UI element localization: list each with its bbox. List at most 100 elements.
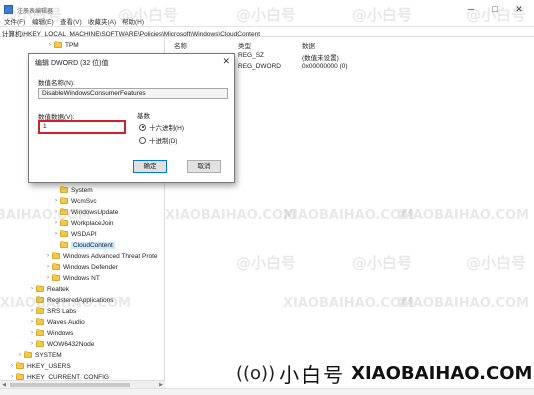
tree-item-windows-atp[interactable]: › Windows Advanced Threat Prote	[44, 251, 158, 261]
value-type: REG_DWORD	[238, 63, 281, 70]
tree-item-system-hive[interactable]: › SYSTEM	[16, 350, 62, 360]
tree-item-label: Realtek	[47, 285, 70, 293]
tree-item-label: TPM	[65, 41, 79, 49]
tree-item-waves-audio[interactable]: › Waves Audio	[28, 317, 85, 327]
tree-item-label: HKEY_USERS	[27, 362, 71, 370]
menu-file[interactable]: 文件(F)	[4, 16, 25, 26]
cancel-button[interactable]: 取消	[187, 160, 221, 173]
tree-item-wcmsvc[interactable]: › WcmSvc	[52, 196, 97, 206]
chevron-right-icon[interactable]: ›	[52, 231, 60, 237]
value-name-field[interactable]: DisableWindowsConsumerFeatures	[38, 88, 228, 99]
folder-icon	[36, 307, 44, 314]
folder-icon	[52, 274, 60, 281]
tree-item-tpm[interactable]: › TPM	[46, 40, 79, 50]
menu-bar: 文件(F) 编辑(E) 查看(V) 收藏夹(A) 帮助(H)	[0, 14, 534, 26]
chevron-right-icon[interactable]: ›	[44, 264, 52, 270]
folder-icon	[36, 329, 44, 336]
tree-item-label: SRS Labs	[47, 307, 77, 315]
tree-item-windows-defender[interactable]: › Windows Defender	[44, 262, 118, 272]
chevron-right-icon[interactable]: ›	[16, 352, 24, 358]
chevron-right-icon[interactable]: ›	[28, 286, 36, 292]
value-data: 0x00000000 (0)	[302, 63, 348, 70]
tree-item-label: SYSTEM	[35, 351, 62, 359]
tree-item-label: RegisteredApplications	[47, 296, 114, 304]
tree-item-cloudcontent[interactable]: CloudContent	[52, 240, 115, 250]
edit-dword-dialog[interactable]: 编辑 DWORD (32 位)值 ✕ 数值名称(N): DisableWindo…	[28, 53, 235, 183]
folder-icon	[60, 230, 68, 237]
tree-item-windows-nt[interactable]: › Windows NT	[44, 273, 100, 283]
tree-item-label: Windows Advanced Threat Prote	[63, 252, 158, 260]
chevron-right-icon[interactable]: ›	[8, 363, 16, 369]
menu-favorites[interactable]: 收藏夹(A)	[88, 16, 116, 26]
dialog-close-button[interactable]: ✕	[222, 56, 230, 67]
folder-icon	[60, 208, 68, 215]
tree-item-label: System	[71, 186, 93, 194]
ok-button[interactable]: 确定	[133, 160, 167, 173]
tree-item-label: WorkplaceJoin	[71, 219, 114, 227]
chevron-right-icon[interactable]: ›	[52, 209, 60, 215]
registry-icon	[4, 5, 13, 14]
folder-icon	[36, 318, 44, 325]
value-type: REG_SZ	[238, 52, 265, 59]
folder-icon	[36, 296, 44, 303]
tree-item-wsdapi[interactable]: › WSDAPI	[52, 229, 97, 239]
tree-item-label: Windows Defender	[63, 263, 118, 271]
brand-name: 小白号	[279, 362, 346, 387]
radio-checked-icon[interactable]	[139, 123, 146, 131]
menu-edit[interactable]: 编辑(E)	[32, 16, 54, 26]
tree-item-srs-labs[interactable]: › SRS Labs	[28, 306, 76, 316]
tree-horizontal-scrollbar[interactable]: ◀ ▶	[0, 380, 165, 388]
column-header-type[interactable]: 类型	[238, 40, 251, 50]
dialog-title: 编辑 DWORD (32 位)值	[35, 60, 109, 67]
brand-site: XIAOBAIHAO.COM	[351, 362, 533, 384]
menu-help[interactable]: 帮助(H)	[122, 16, 144, 26]
address-bar[interactable]: 计算机\HKEY_LOCAL_MACHINE\SOFTWARE\Policies…	[0, 26, 534, 38]
folder-icon	[60, 197, 68, 204]
tree-item-label: WcmSvc	[71, 197, 97, 205]
folder-icon	[52, 252, 60, 259]
tree-item-label: CloudContent	[71, 241, 115, 249]
radio-unchecked-icon[interactable]	[139, 136, 146, 144]
tree-item-label: WSDAPI	[71, 230, 97, 238]
chevron-right-icon[interactable]: ›	[52, 198, 60, 204]
value-data-field[interactable]: 1	[38, 120, 126, 134]
tree-item-label: WOW6432Node	[47, 340, 95, 348]
chevron-right-icon[interactable]: ›	[44, 275, 52, 281]
menu-view[interactable]: 查看(V)	[60, 16, 82, 26]
folder-icon	[36, 340, 44, 347]
chevron-right-icon[interactable]: ›	[46, 42, 54, 48]
tree-item-realtek[interactable]: › Realtek	[28, 284, 69, 294]
chevron-right-icon[interactable]: ›	[28, 330, 36, 336]
tree-item-hkey-users[interactable]: › HKEY_USERS	[8, 361, 71, 371]
radio-label: 十进制(D)	[149, 138, 178, 145]
tree-item-windowsupdate[interactable]: › WindowsUpdate	[52, 207, 118, 217]
tree-item-windows[interactable]: › Windows	[28, 328, 73, 338]
column-header-data[interactable]: 数据	[302, 40, 315, 50]
chevron-right-icon[interactable]: ›	[28, 341, 36, 347]
column-header-name[interactable]: 名称	[174, 40, 187, 50]
chevron-right-icon[interactable]: ›	[52, 220, 60, 226]
tree-item-system[interactable]: System	[52, 185, 93, 195]
chevron-right-icon[interactable]: ›	[44, 253, 52, 259]
broadcast-icon: ((o))	[236, 362, 276, 384]
chevron-right-icon[interactable]: ›	[28, 319, 36, 325]
folder-icon	[24, 351, 32, 358]
tree-item-label: WindowsUpdate	[71, 208, 119, 216]
radio-hexadecimal[interactable]: 十六进制(H)	[139, 122, 184, 132]
folder-icon	[60, 186, 68, 193]
tree-item-registeredapplications[interactable]: RegisteredApplications	[28, 295, 113, 305]
tree-item-label: Windows NT	[63, 274, 100, 282]
radio-decimal[interactable]: 十进制(D)	[139, 135, 178, 145]
chevron-right-icon[interactable]: ›	[28, 308, 36, 314]
tree-item-label: Waves Audio	[47, 318, 85, 326]
folder-icon	[52, 263, 60, 270]
folder-icon	[54, 41, 62, 48]
tree-item-label: Windows	[47, 329, 74, 337]
scrollbar-thumb[interactable]	[10, 383, 130, 387]
tree-item-workplacejoin[interactable]: › WorkplaceJoin	[52, 218, 114, 228]
folder-icon	[16, 362, 24, 369]
base-group-label: 基数	[137, 113, 150, 120]
folder-icon	[36, 285, 44, 292]
tree-item-wow6432node[interactable]: › WOW6432Node	[28, 339, 94, 349]
folder-icon	[60, 241, 68, 248]
